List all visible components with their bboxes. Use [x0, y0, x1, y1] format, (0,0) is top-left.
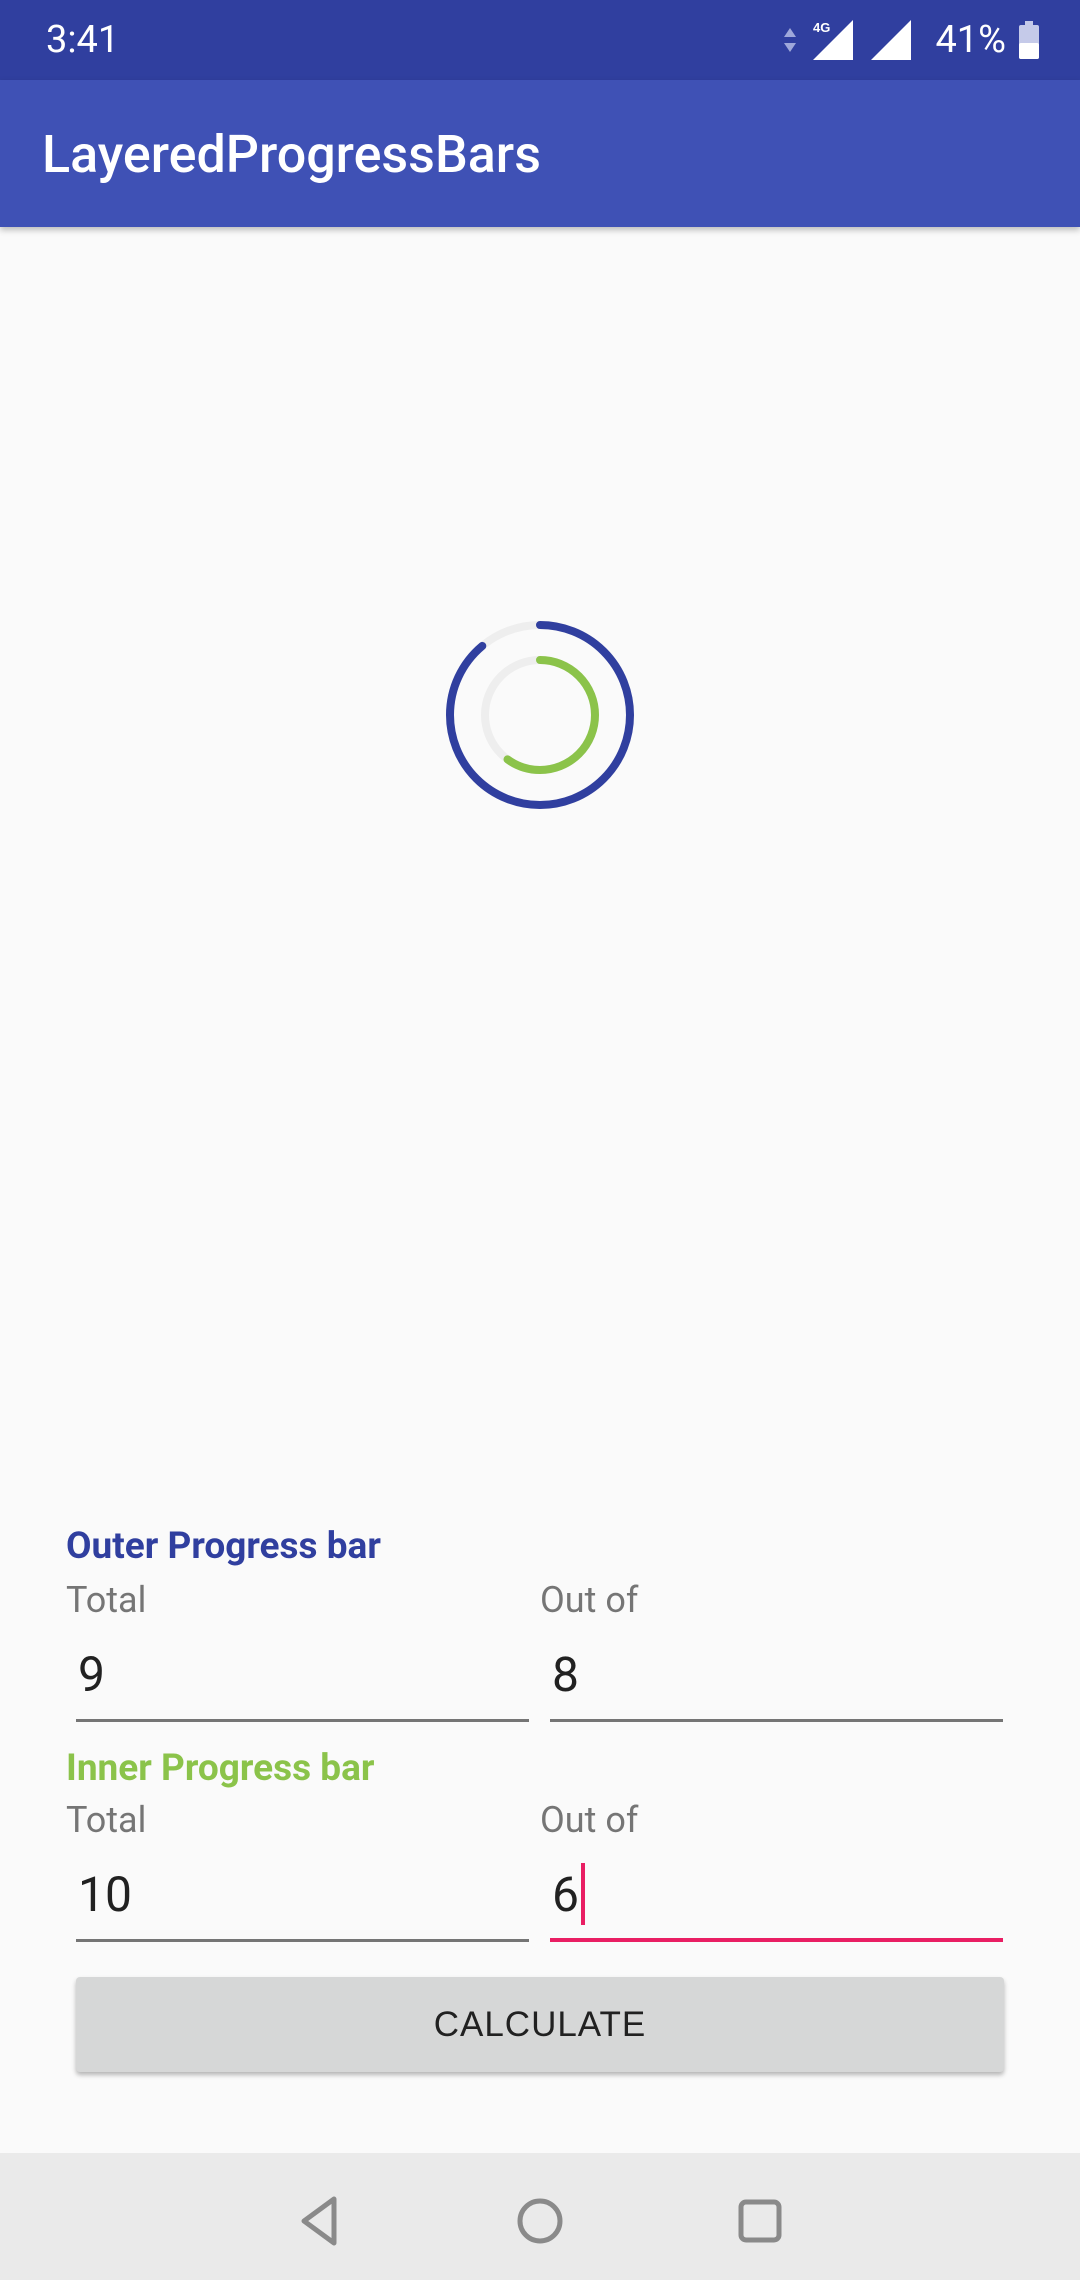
outer-progress-arc — [446, 621, 634, 809]
outer-outof-input[interactable]: 8 — [550, 1632, 1003, 1722]
outer-total-input[interactable]: 9 — [76, 1632, 529, 1722]
outer-progress-heading: Outer Progress bar — [66, 1525, 381, 1568]
navigation-bar — [0, 2153, 1080, 2280]
inner-total-caption: Total — [66, 1799, 147, 1841]
inner-total-value: 10 — [78, 1866, 132, 1923]
network-label: 4G — [813, 20, 830, 35]
outer-outof-caption: Out of — [540, 1579, 639, 1621]
outer-total-caption: Total — [66, 1579, 147, 1621]
text-cursor — [580, 1863, 585, 1926]
outer-total-value: 9 — [78, 1646, 105, 1703]
status-icons: 4G 41% — [783, 14, 1040, 66]
layered-progress-indicator — [440, 615, 640, 815]
signal-icon — [871, 20, 912, 60]
home-circle-icon[interactable] — [510, 2191, 570, 2251]
inner-total-input[interactable]: 10 — [76, 1852, 529, 1942]
battery-percent: 41% — [935, 18, 1006, 62]
inner-outof-caption: Out of — [540, 1799, 639, 1841]
calculate-button[interactable]: CALCULATE — [76, 1977, 1004, 2072]
battery-icon — [1019, 21, 1039, 59]
inner-outof-value: 6 — [552, 1866, 579, 1923]
inner-outof-input[interactable]: 6 — [550, 1852, 1003, 1942]
signal-4g-icon: 4G — [813, 20, 854, 60]
app-bar: LayeredProgressBars — [0, 80, 1080, 227]
back-triangle-icon[interactable] — [290, 2191, 350, 2251]
status-time: 3:41 — [46, 18, 120, 62]
network-arrows-icon — [784, 28, 797, 52]
status-bar: 3:41 4G 41% — [0, 0, 1080, 80]
app-title: LayeredProgressBars — [42, 124, 541, 185]
inner-progress-heading: Inner Progress bar — [66, 1747, 375, 1790]
outer-outof-value: 8 — [552, 1646, 579, 1703]
recents-square-icon[interactable] — [730, 2191, 790, 2251]
